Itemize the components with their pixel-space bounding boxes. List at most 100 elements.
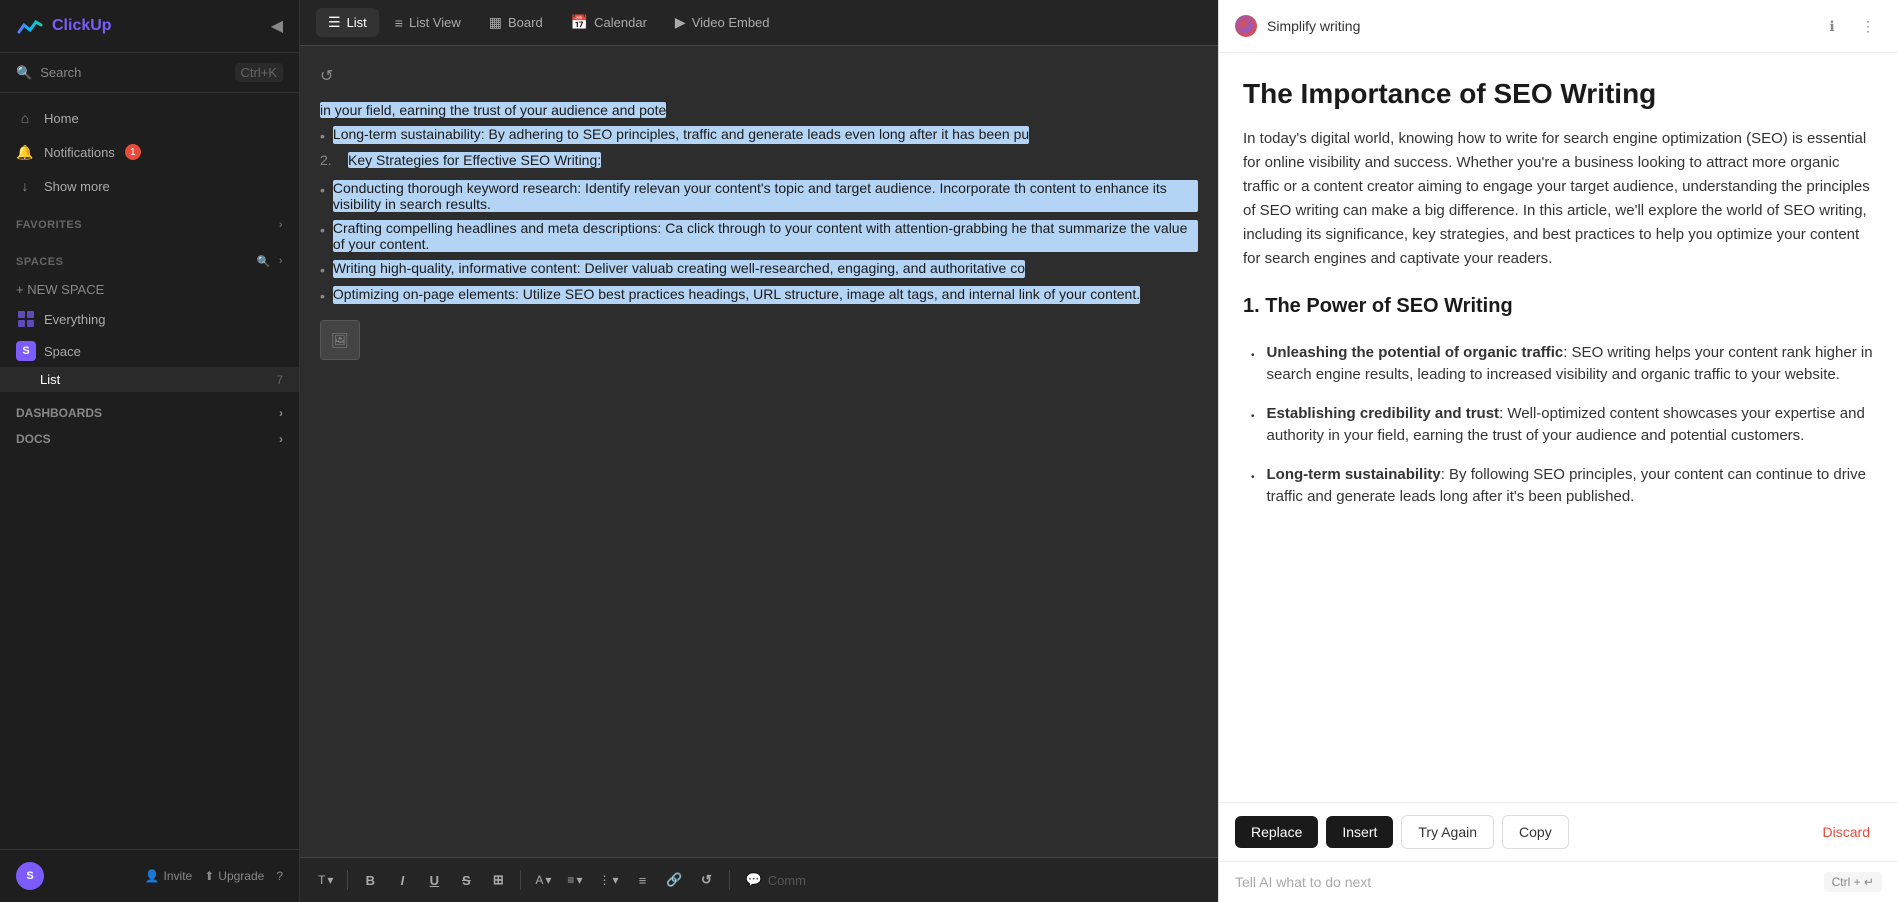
- sidebar-item-everything[interactable]: Everything: [0, 303, 299, 335]
- tab-list-view-label: List View: [409, 15, 461, 30]
- text-style-dropdown[interactable]: T ▾: [312, 869, 339, 891]
- ai-intro-paragraph: In today's digital world, knowing how to…: [1243, 127, 1874, 271]
- color-icon: A: [535, 873, 543, 887]
- search-shortcut: Ctrl+K: [235, 63, 283, 82]
- comment-icon: 💬: [746, 872, 762, 888]
- bold-button[interactable]: B: [356, 866, 384, 894]
- list-dropdown[interactable]: ⋮ ▾: [592, 869, 624, 891]
- tab-video-embed-label: Video Embed: [692, 15, 770, 30]
- list-chevron: ▾: [612, 873, 618, 887]
- tab-calendar[interactable]: 📅 Calendar: [559, 8, 659, 37]
- comment-placeholder: Comm: [768, 873, 806, 888]
- sidebar-item-space[interactable]: S Space: [0, 335, 299, 367]
- align-chevron: ▾: [576, 873, 582, 887]
- color-dropdown[interactable]: A ▾: [529, 869, 557, 891]
- top-nav-tabs: ☰ List ≡ List View ▦ Board 📅 Calendar ▶ …: [300, 0, 1218, 46]
- sidebar-collapse-button[interactable]: ◀: [271, 16, 283, 36]
- docs-expand-icon: ›: [279, 432, 283, 446]
- refresh-button[interactable]: ↺: [320, 66, 333, 86]
- comment-area[interactable]: 💬 Comm: [738, 868, 1207, 892]
- sidebar: ClickUp ◀ 🔍 Search Ctrl+K ⌂ Home 🔔 Notif…: [0, 0, 300, 902]
- italic-button[interactable]: I: [388, 866, 416, 894]
- intro-text-highlight: in your field, earning the trust of your…: [320, 102, 666, 118]
- spaces-expand-icon[interactable]: ›: [279, 255, 283, 268]
- toolbar-separator: [347, 870, 348, 890]
- ai-panel-header: Simplify writing ℹ ⋮: [1219, 0, 1898, 53]
- bullet-dot: •: [320, 262, 325, 278]
- search-bar[interactable]: 🔍 Search Ctrl+K: [0, 53, 299, 93]
- strikethrough-button[interactable]: S: [452, 866, 480, 894]
- tab-list-view[interactable]: ≡ List View: [383, 9, 473, 37]
- bullet-dot: •: [320, 182, 325, 212]
- dashboards-expand-icon: ›: [279, 406, 283, 420]
- ai-header-actions: ℹ ⋮: [1818, 12, 1882, 40]
- invite-label: Invite: [164, 869, 193, 883]
- sidebar-item-list[interactable]: List 7: [0, 367, 299, 392]
- table-button[interactable]: ⊞: [484, 866, 512, 894]
- bullet-3-text: Crafting compelling headlines and meta d…: [333, 220, 1198, 252]
- new-space-button[interactable]: + NEW SPACE: [0, 276, 299, 303]
- bullet-dot: •: [320, 222, 325, 252]
- try-again-button[interactable]: Try Again: [1401, 815, 1494, 849]
- upgrade-icon: ⬆: [204, 869, 214, 883]
- replace-button[interactable]: Replace: [1235, 816, 1318, 848]
- tab-board[interactable]: ▦ Board: [477, 8, 555, 37]
- sidebar-item-notifications[interactable]: 🔔 Notifications 1: [0, 135, 299, 169]
- help-button[interactable]: ?: [276, 869, 283, 883]
- copy-button[interactable]: Copy: [1502, 815, 1569, 849]
- bullet-5-text: Optimizing on-page elements: Utilize SEO…: [333, 286, 1140, 304]
- bullet-dot: •: [320, 288, 325, 304]
- sidebar-item-show-more-label: Show more: [44, 179, 110, 194]
- outdent-button[interactable]: ≡: [629, 866, 657, 894]
- spaces-section: SPACES 🔍 › + NEW SPACE Everything S: [0, 239, 299, 400]
- spaces-label: SPACES: [16, 256, 63, 268]
- link-button[interactable]: 🔗: [661, 866, 689, 894]
- ai-list-item: • Long-term sustainability: By following…: [1251, 456, 1874, 517]
- bullet-dot: •: [320, 128, 325, 144]
- list-tab-icon: ☰: [328, 14, 341, 31]
- list-item: • Writing high-quality, informative cont…: [320, 256, 1198, 282]
- list-item: • Long-term sustainability: By adhering …: [320, 122, 1198, 148]
- align-icon: ≡: [567, 873, 574, 887]
- ai-bullet-dot: •: [1251, 470, 1255, 509]
- tab-list[interactable]: ☰ List: [316, 8, 379, 37]
- strategy-bullet-list: • Conducting thorough keyword research: …: [320, 176, 1198, 308]
- text-style-icon: T: [318, 873, 325, 887]
- editor-area[interactable]: ↺ in your field, earning the trust of yo…: [300, 46, 1218, 857]
- spaces-search-icon[interactable]: 🔍: [257, 255, 271, 268]
- list-item-count: 7: [276, 373, 283, 387]
- ai-menu-button[interactable]: ⋮: [1854, 12, 1882, 40]
- new-space-label: + NEW SPACE: [16, 282, 104, 297]
- upgrade-label: Upgrade: [218, 869, 264, 883]
- dashboards-section-header[interactable]: DASHBOARDS ›: [0, 400, 299, 426]
- ai-bullet-3-text: Long-term sustainability: By following S…: [1267, 464, 1874, 509]
- search-icon: 🔍: [16, 65, 32, 81]
- underline-button[interactable]: U: [420, 866, 448, 894]
- spaces-section-header[interactable]: SPACES 🔍 ›: [0, 247, 299, 276]
- ai-bullet-2-text: Establishing credibility and trust: Well…: [1267, 403, 1874, 448]
- invite-button[interactable]: 👤 Invite: [145, 869, 193, 883]
- ai-info-button[interactable]: ℹ: [1818, 12, 1846, 40]
- sidebar-item-home[interactable]: ⌂ Home: [0, 101, 299, 135]
- tab-board-label: Board: [508, 15, 543, 30]
- logo-area: ClickUp: [16, 12, 112, 40]
- ai-input-shortcut: Ctrl + ↵: [1824, 872, 1882, 892]
- ai-bullet-3-bold: Long-term sustainability: [1267, 466, 1441, 483]
- discard-button[interactable]: Discard: [1811, 816, 1882, 848]
- sidebar-item-show-more[interactable]: ↓ Show more: [0, 169, 299, 203]
- invite-icon: 👤: [145, 869, 160, 883]
- undo-button[interactable]: ↺: [693, 866, 721, 894]
- upgrade-button[interactable]: ⬆ Upgrade: [204, 869, 264, 883]
- insert-button[interactable]: Insert: [1326, 816, 1393, 848]
- favorites-section-header[interactable]: FAVORITES ›: [0, 211, 299, 239]
- ai-generated-content: The Importance of SEO Writing In today's…: [1219, 53, 1898, 802]
- ai-bullet-1-bold: Unleashing the potential of organic traf…: [1267, 344, 1564, 361]
- sidebar-item-everything-label: Everything: [44, 312, 105, 327]
- ai-list-item: • Unleashing the potential of organic tr…: [1251, 334, 1874, 395]
- ai-input-area: Ctrl + ↵: [1219, 861, 1898, 902]
- tab-video-embed[interactable]: ▶ Video Embed: [663, 8, 782, 37]
- align-dropdown[interactable]: ≡ ▾: [561, 869, 588, 891]
- docs-section-header[interactable]: DOCS ›: [0, 426, 299, 452]
- ai-prompt-input[interactable]: [1235, 874, 1816, 890]
- clickup-logo-icon: [16, 12, 44, 40]
